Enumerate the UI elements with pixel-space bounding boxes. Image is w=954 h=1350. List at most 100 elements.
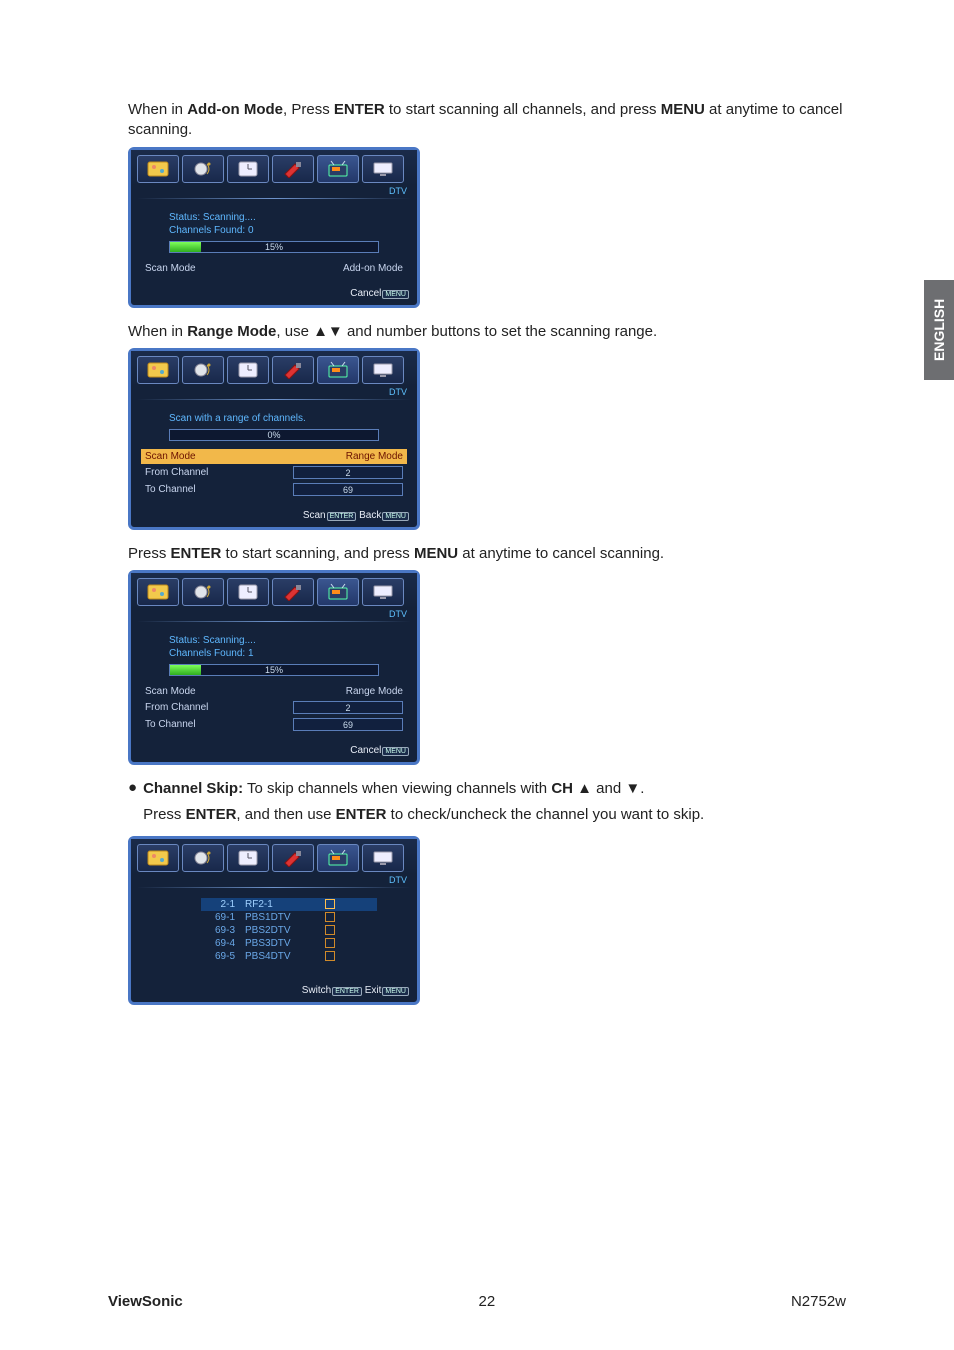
ch-num: 69-3 xyxy=(205,925,235,936)
value-box: 69 xyxy=(293,718,403,731)
bullet-text: Channel Skip: To skip channels when view… xyxy=(143,779,704,832)
bold: MENU xyxy=(414,545,458,562)
tab-picture xyxy=(137,155,179,183)
text: to check/uncheck the channel you want to… xyxy=(387,806,705,823)
text: Press xyxy=(128,545,171,562)
tab-dtv xyxy=(317,356,359,384)
page-footer: ViewSonic 22 N2752w xyxy=(108,1293,846,1310)
tab-dtv xyxy=(317,155,359,183)
row-scan-mode: Scan Mode Range Mode xyxy=(141,684,407,699)
osd-tabs xyxy=(131,351,417,387)
tab-pc xyxy=(362,356,404,384)
osd-footer: SwitchENTER ExitMENU xyxy=(131,981,417,1002)
osd-tabs xyxy=(131,839,417,875)
bold: Add-on Mode xyxy=(187,101,283,118)
text: , use ▲▼ and number buttons to set the s… xyxy=(276,323,657,340)
value: Add-on Mode xyxy=(343,263,403,274)
ch-name: RF2-1 xyxy=(245,899,315,910)
key-menu: MENU xyxy=(382,747,409,756)
row-scan-mode: Scan Mode Add-on Mode xyxy=(141,261,407,276)
progress-label: 0% xyxy=(267,430,280,440)
bold: ENTER xyxy=(171,545,222,562)
osd-tabs xyxy=(131,150,417,186)
footer-scan: Scan xyxy=(303,510,326,521)
ch-num: 69-5 xyxy=(205,951,235,962)
osd-channel-skip: DTV 2-1 RF2-1 69-1 PBS1DTV 69-3 PBS2DTV … xyxy=(128,836,420,1005)
tab-audio xyxy=(182,578,224,606)
ch-name: PBS1DTV xyxy=(245,912,315,923)
osd-section-label: DTV xyxy=(131,875,417,887)
text: to start scanning, and press xyxy=(221,545,414,562)
language-tab: ENGLISH xyxy=(924,280,954,380)
bullet-channel-skip: ● Channel Skip: To skip channels when vi… xyxy=(128,779,854,832)
key-menu: MENU xyxy=(382,987,409,996)
label: From Channel xyxy=(145,467,208,478)
bold: MENU xyxy=(661,101,705,118)
key-menu: MENU xyxy=(382,512,409,521)
osd-section-label: DTV xyxy=(131,609,417,621)
divider xyxy=(137,621,411,622)
divider xyxy=(137,399,411,400)
osd-range-scan: DTV Status: Scanning.... Channels Found:… xyxy=(128,570,420,765)
tab-picture xyxy=(137,356,179,384)
paragraph-addon: When in Add-on Mode, Press ENTER to star… xyxy=(128,100,854,141)
label: To Channel xyxy=(145,719,196,730)
ch-num: 69-1 xyxy=(205,912,235,923)
text: When in xyxy=(128,101,187,118)
status-text: Status: Scanning.... xyxy=(141,634,407,647)
channel-row: 2-1 RF2-1 xyxy=(201,898,377,911)
tab-setup xyxy=(272,155,314,183)
value-box: 2 xyxy=(293,466,403,479)
tab-dtv xyxy=(317,844,359,872)
tab-time xyxy=(227,356,269,384)
tab-time xyxy=(227,155,269,183)
text: , and then use xyxy=(236,806,335,823)
tab-time xyxy=(227,844,269,872)
text: , Press xyxy=(283,101,334,118)
bold: ENTER xyxy=(334,101,385,118)
footer-switch: Switch xyxy=(302,985,331,996)
tab-picture xyxy=(137,844,179,872)
checkbox-icon xyxy=(325,899,335,909)
osd-footer: CancelMENU xyxy=(131,284,417,305)
key-enter: ENTER xyxy=(332,987,362,996)
text: When in xyxy=(128,323,187,340)
channels-found: Channels Found: 0 xyxy=(141,224,407,237)
progress-label: 15% xyxy=(265,665,283,675)
ch-name: PBS3DTV xyxy=(245,938,315,949)
osd-footer: CancelMENU xyxy=(131,741,417,762)
footer-model: N2752w xyxy=(791,1293,846,1310)
channel-list: 2-1 RF2-1 69-1 PBS1DTV 69-3 PBS2DTV 69-4… xyxy=(131,894,417,981)
osd-range-setup: DTV Scan with a range of channels. 0% Sc… xyxy=(128,348,420,530)
bullet-icon: ● xyxy=(128,779,137,832)
channel-row: 69-5 PBS4DTV xyxy=(201,950,377,963)
tab-setup xyxy=(272,578,314,606)
ch-name: PBS4DTV xyxy=(245,951,315,962)
divider xyxy=(137,198,411,199)
channels-found: Channels Found: 1 xyxy=(141,647,407,660)
bold: ENTER xyxy=(186,806,237,823)
osd-body: Status: Scanning.... Channels Found: 0 1… xyxy=(131,205,417,284)
tab-pc xyxy=(362,155,404,183)
osd-footer: ScanENTER BackMENU xyxy=(131,506,417,527)
label: To Channel xyxy=(145,484,196,495)
osd-addon-scan: DTV Status: Scanning.... Channels Found:… xyxy=(128,147,420,308)
bold: Range Mode xyxy=(187,323,276,340)
bold: CH xyxy=(551,780,573,797)
checkbox-icon xyxy=(325,938,335,948)
tab-setup xyxy=(272,356,314,384)
osd-body: Scan with a range of channels. 0% Scan M… xyxy=(131,406,417,506)
channel-row: 69-4 PBS3DTV xyxy=(201,937,377,950)
ch-num: 69-4 xyxy=(205,938,235,949)
row-to-channel: To Channel 69 xyxy=(141,481,407,498)
checkbox-icon xyxy=(325,951,335,961)
key-enter: ENTER xyxy=(327,512,357,521)
value: Range Mode xyxy=(346,686,403,697)
tab-pc xyxy=(362,844,404,872)
label: Scan Mode xyxy=(145,263,196,274)
tab-pc xyxy=(362,578,404,606)
footer-cancel: Cancel xyxy=(350,288,381,299)
progress-fill xyxy=(170,665,201,675)
label: Scan Mode xyxy=(145,451,196,462)
checkbox-icon xyxy=(325,912,335,922)
